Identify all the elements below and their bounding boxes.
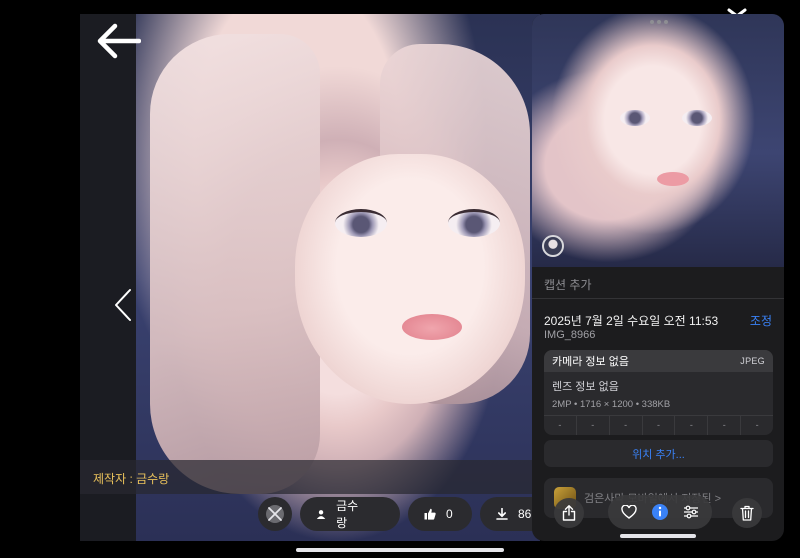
delete-button[interactable] bbox=[732, 498, 762, 528]
heart-icon[interactable] bbox=[621, 505, 637, 519]
sheet-home-indicator bbox=[620, 534, 696, 538]
user-icon bbox=[316, 510, 326, 520]
lens-info: 렌즈 정보 없음 bbox=[552, 381, 619, 393]
share-button[interactable] bbox=[554, 498, 584, 528]
share-icon bbox=[562, 505, 576, 521]
toolbar-center-group bbox=[608, 495, 712, 529]
photo-datetime: 2025년 7월 2일 수요일 오전 11:53 bbox=[544, 314, 719, 328]
back-arrow-icon[interactable] bbox=[95, 22, 141, 60]
like-button[interactable]: 0 bbox=[408, 497, 472, 531]
photo-filename: IMG_8966 bbox=[544, 329, 596, 341]
chevron-left-icon[interactable] bbox=[112, 288, 134, 322]
exif-value: - bbox=[707, 416, 740, 435]
photo-detail bbox=[682, 110, 712, 126]
exif-value: - bbox=[608, 416, 642, 435]
download-icon bbox=[496, 508, 508, 520]
divider bbox=[532, 298, 784, 299]
format-badge: JPEG bbox=[740, 356, 765, 366]
author-name: 금수랑 bbox=[336, 499, 359, 530]
author-button[interactable]: 금수랑 bbox=[300, 497, 400, 531]
exif-value: - bbox=[558, 420, 562, 430]
crossed-swords-icon bbox=[266, 505, 284, 523]
image-specs: 2MP • 1716 × 1200 • 338KB bbox=[552, 399, 671, 410]
camera-title: 카메라 정보 없음 bbox=[552, 356, 629, 368]
viewer-action-row: 금수랑 0 86 bbox=[258, 497, 552, 531]
exif-row: - - - - - - - bbox=[544, 415, 773, 435]
download-count: 86 bbox=[518, 507, 532, 521]
photo-detail bbox=[402, 314, 462, 340]
photo-detail bbox=[448, 209, 500, 237]
sheet-grabber[interactable] bbox=[650, 20, 668, 24]
exif-value: - bbox=[575, 416, 609, 435]
photo-detail bbox=[295, 154, 525, 404]
trash-icon bbox=[740, 505, 754, 521]
author-caption: 제작자 : 금수랑 bbox=[93, 472, 170, 486]
add-location-button[interactable]: 위치 추가... bbox=[544, 440, 773, 467]
home-indicator[interactable] bbox=[296, 548, 504, 552]
photo-detail bbox=[657, 172, 689, 186]
class-emblem-button[interactable] bbox=[258, 497, 292, 531]
sliders-icon[interactable] bbox=[683, 505, 699, 519]
like-count: 0 bbox=[446, 507, 453, 521]
info-icon[interactable] bbox=[651, 503, 669, 521]
exif-value: - bbox=[740, 416, 773, 435]
exif-value: - bbox=[674, 416, 707, 435]
thumbs-up-icon bbox=[424, 508, 436, 520]
photo-detail bbox=[335, 209, 387, 237]
photo-info-sheet: 캡션 추가 2025년 7월 2일 수요일 오전 11:53 조정 IMG_89… bbox=[532, 14, 784, 541]
exif-value: - bbox=[641, 416, 675, 435]
adjust-button[interactable]: 조정 bbox=[750, 312, 772, 329]
avatar[interactable] bbox=[542, 235, 564, 257]
camera-info-card: 카메라 정보 없음 JPEG 렌즈 정보 없음 2MP • 1716 × 120… bbox=[544, 350, 773, 435]
photo-thumbnail[interactable] bbox=[532, 14, 784, 267]
photo-detail bbox=[620, 110, 650, 126]
caption-input[interactable]: 캡션 추가 bbox=[544, 276, 592, 293]
